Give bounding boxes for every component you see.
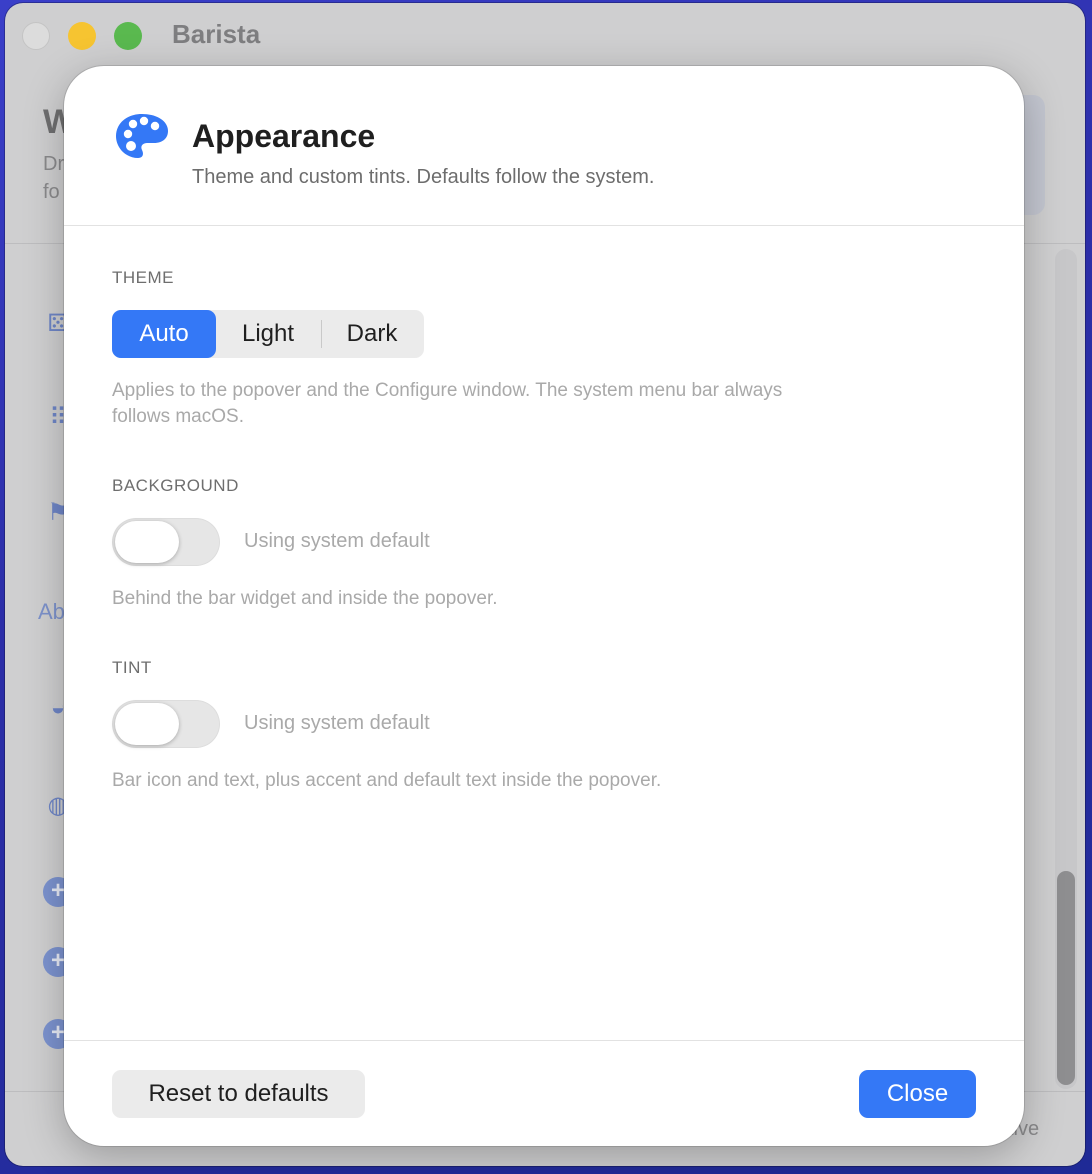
zoom-window-button[interactable] xyxy=(114,22,142,50)
sidebar-item-about[interactable]: Ab xyxy=(38,599,65,625)
tint-toggle-label: Using system default xyxy=(244,712,430,734)
toggle-knob xyxy=(115,703,179,745)
background-toggle[interactable] xyxy=(112,518,220,566)
theme-help-text: Applies to the popover and the Configure… xyxy=(112,378,912,430)
appearance-dialog: Appearance Theme and custom tints. Defau… xyxy=(64,66,1024,1146)
dialog-title: Appearance xyxy=(192,118,376,154)
scrollbar-thumb[interactable] xyxy=(1057,871,1075,1085)
theme-segmented-control: Auto Light Dark xyxy=(112,310,424,358)
title-bar: Barista xyxy=(5,3,1085,65)
palette-icon xyxy=(116,114,168,158)
theme-section-label: THEME xyxy=(112,268,174,287)
theme-option-auto[interactable]: Auto xyxy=(112,310,216,358)
app-title: Barista xyxy=(172,19,261,49)
theme-help-line2: follows macOS. xyxy=(112,406,244,427)
background-description: Dr xyxy=(43,153,65,175)
background-toggle-label: Using system default xyxy=(244,530,430,552)
background-section-label: BACKGROUND xyxy=(112,476,239,495)
dialog-subtitle: Theme and custom tints. Defaults follow … xyxy=(192,166,655,188)
reset-to-defaults-button[interactable]: Reset to defaults xyxy=(112,1070,365,1118)
minimize-window-button[interactable] xyxy=(68,22,96,50)
theme-help-line1: Applies to the popover and the Configure… xyxy=(112,380,783,401)
theme-option-dark[interactable]: Dark xyxy=(320,310,424,358)
background-help-text: Behind the bar widget and inside the pop… xyxy=(112,588,498,609)
toggle-knob xyxy=(115,521,179,563)
theme-option-light[interactable]: Light xyxy=(216,310,320,358)
tint-help-text: Bar icon and text, plus accent and defau… xyxy=(112,770,662,791)
close-window-button[interactable] xyxy=(22,22,50,50)
footer-divider xyxy=(64,1040,1024,1041)
tint-toggle[interactable] xyxy=(112,700,220,748)
background-description-line2: fo xyxy=(43,181,60,203)
tint-section-label: TINT xyxy=(112,658,152,677)
header-divider xyxy=(64,225,1024,226)
close-button[interactable]: Close xyxy=(859,1070,976,1118)
